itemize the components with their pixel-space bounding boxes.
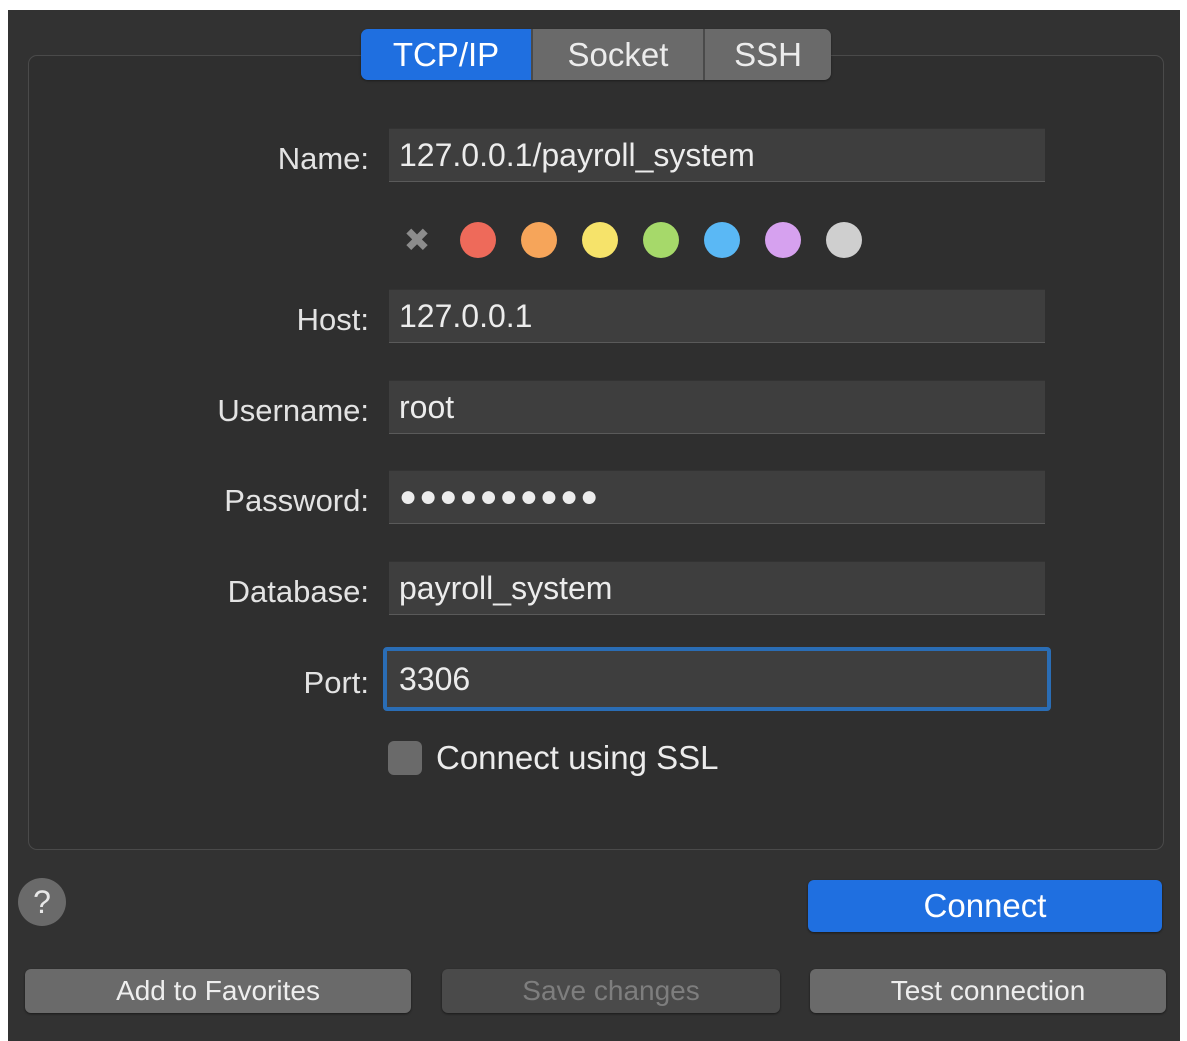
tab-tcp-ip[interactable]: TCP/IP	[361, 29, 531, 80]
port-field[interactable]: 3306	[383, 647, 1051, 711]
host-field[interactable]: 127.0.0.1	[389, 289, 1045, 343]
password-value: ●●●●●●●●●●	[399, 480, 601, 513]
add-to-favorites-button[interactable]: Add to Favorites	[25, 969, 411, 1013]
color-green-swatch[interactable]	[643, 222, 679, 258]
password-label: Password:	[224, 483, 369, 518]
port-label: Port:	[303, 665, 369, 700]
color-yellow-swatch[interactable]	[582, 222, 618, 258]
connection-window: TCP/IP Socket SSH Name: 127.0.0.1/payrol…	[8, 10, 1180, 1041]
save-changes-button[interactable]: Save changes	[442, 969, 780, 1013]
name-label: Name:	[277, 141, 369, 176]
password-field[interactable]: ●●●●●●●●●●	[389, 470, 1045, 524]
ssl-label: Connect using SSL	[436, 739, 719, 776]
port-value: 3306	[399, 660, 471, 697]
color-tag-picker: ✖	[400, 220, 887, 260]
ssl-checkbox[interactable]	[388, 741, 422, 775]
color-orange-swatch[interactable]	[521, 222, 557, 258]
database-value: payroll_system	[399, 569, 613, 606]
ssl-option[interactable]: Connect using SSL	[388, 739, 719, 777]
clear-color-x-icon[interactable]: ✖	[400, 222, 434, 258]
color-red-swatch[interactable]	[460, 222, 496, 258]
color-gray-swatch[interactable]	[826, 222, 862, 258]
name-value: 127.0.0.1/payroll_system	[399, 136, 755, 173]
test-connection-button[interactable]: Test connection	[810, 969, 1166, 1013]
help-button[interactable]: ?	[18, 878, 66, 926]
name-field[interactable]: 127.0.0.1/payroll_system	[389, 128, 1045, 182]
color-purple-swatch[interactable]	[765, 222, 801, 258]
tab-ssh[interactable]: SSH	[703, 29, 831, 80]
connect-button[interactable]: Connect	[808, 880, 1162, 932]
username-value: root	[399, 388, 455, 425]
host-label: Host:	[296, 302, 369, 337]
tab-socket[interactable]: Socket	[531, 29, 703, 80]
database-label: Database:	[227, 574, 369, 609]
color-blue-swatch[interactable]	[704, 222, 740, 258]
host-value: 127.0.0.1	[399, 297, 533, 334]
username-label: Username:	[217, 393, 369, 428]
connection-type-tabs: TCP/IP Socket SSH	[361, 29, 831, 80]
username-field[interactable]: root	[389, 380, 1045, 434]
database-field[interactable]: payroll_system	[389, 561, 1045, 615]
